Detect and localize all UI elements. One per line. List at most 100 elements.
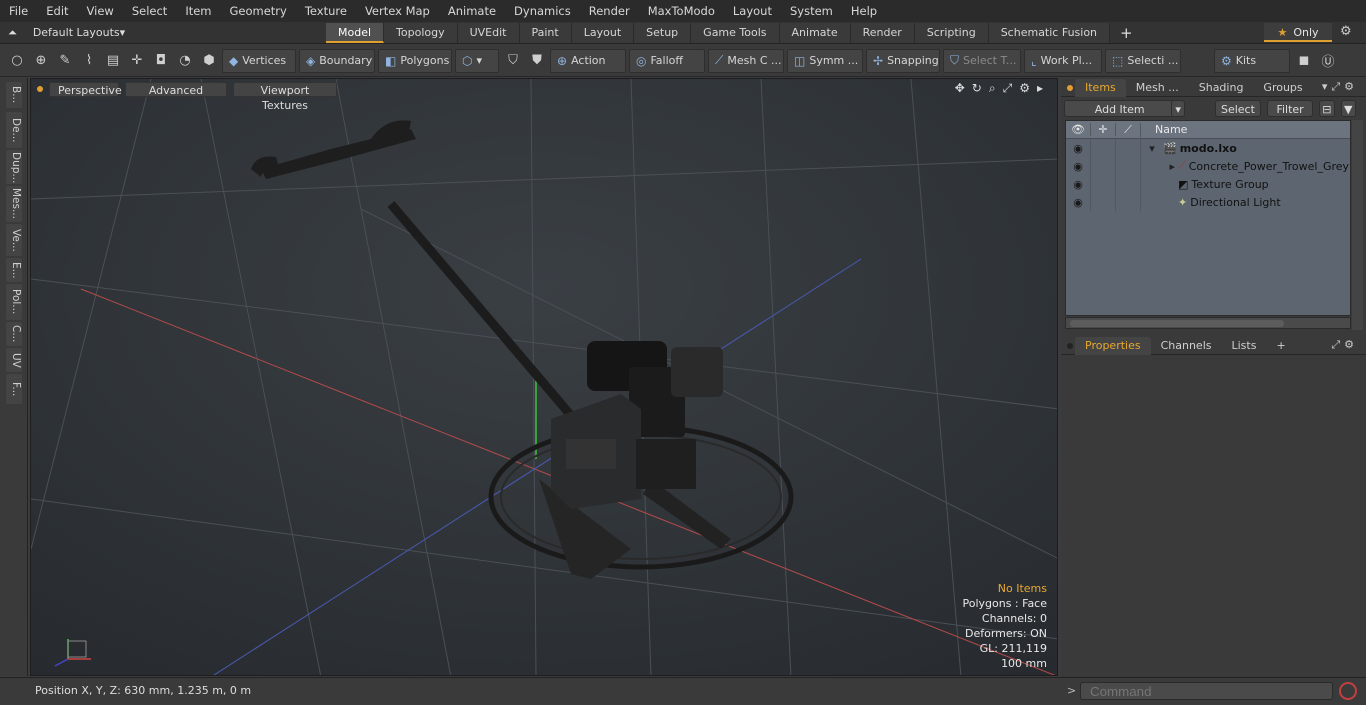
menu-view[interactable]: View bbox=[78, 0, 123, 22]
left-tab-vertex[interactable]: Ve... bbox=[6, 224, 22, 256]
viewport-textures-dropdown[interactable]: Viewport Textures bbox=[233, 81, 337, 112]
menu-render[interactable]: Render bbox=[580, 0, 639, 22]
left-tab-uv[interactable]: UV bbox=[6, 348, 22, 372]
tab-items[interactable]: Items bbox=[1075, 78, 1126, 97]
item-row-light[interactable]: ◉ ✦ Directional Light bbox=[1066, 193, 1350, 211]
tab-uvedit[interactable]: UVEdit bbox=[457, 22, 520, 43]
fit-view-icon[interactable]: ⤢ bbox=[1003, 81, 1013, 96]
menu-item[interactable]: Item bbox=[176, 0, 220, 22]
rotate-view-icon[interactable]: ↻ bbox=[972, 81, 982, 96]
gear-icon[interactable]: ⚙ bbox=[1340, 24, 1352, 39]
symmetry-shield-icon[interactable]: ⛉ bbox=[502, 50, 524, 72]
polygons-button[interactable]: ◧ Polygons bbox=[378, 48, 452, 73]
menu-maxtomodo[interactable]: MaxToModo bbox=[639, 0, 724, 22]
eye-icon[interactable]: ◉ bbox=[1066, 139, 1091, 157]
tab-game-tools[interactable]: Game Tools bbox=[691, 22, 780, 43]
tab-topology[interactable]: Topology bbox=[384, 22, 458, 43]
items-mode-icon[interactable]: ⬢ bbox=[198, 50, 220, 72]
eye-icon[interactable]: ◉ bbox=[1066, 175, 1091, 193]
move-view-icon[interactable]: ✥ bbox=[955, 81, 965, 96]
unreal-icon[interactable]: Ⓤ bbox=[1317, 50, 1339, 72]
menu-layout[interactable]: Layout bbox=[724, 0, 781, 22]
left-tab-edge[interactable]: E... bbox=[6, 258, 22, 282]
globe-icon[interactable]: ⊕ bbox=[30, 50, 52, 72]
material-mode-button[interactable]: ⬡ ▾ bbox=[455, 48, 499, 73]
brush-icon[interactable]: ⌇ bbox=[78, 50, 100, 72]
left-tab-deform[interactable]: De... bbox=[6, 112, 22, 148]
item-list-hscroll[interactable] bbox=[1065, 317, 1351, 329]
menu-file[interactable]: File bbox=[0, 0, 37, 22]
pen-icon[interactable]: ✎ bbox=[54, 50, 76, 72]
menu-system[interactable]: System bbox=[781, 0, 842, 22]
filter-button[interactable]: Filter bbox=[1267, 100, 1314, 117]
panel-controls-icon[interactable]: ⤢⚙ bbox=[1331, 338, 1358, 352]
mesh-constraint-button[interactable]: ⟋ Mesh C ... bbox=[708, 48, 784, 73]
snapping-button[interactable]: ✢ Snapping bbox=[866, 48, 940, 73]
vertices-button[interactable]: ◆ Vertices bbox=[222, 48, 296, 73]
menu-edit[interactable]: Edit bbox=[37, 0, 77, 22]
left-tab-duplicate[interactable]: Dup... bbox=[6, 150, 22, 184]
left-tab-mesh-edit[interactable]: Mes... bbox=[6, 186, 22, 222]
expand-arrow-icon[interactable]: ▾ bbox=[1141, 142, 1163, 155]
menu-help[interactable]: Help bbox=[842, 0, 886, 22]
transform-icon[interactable]: ✛ bbox=[126, 50, 148, 72]
work-plane-button[interactable]: ⌞ Work Pl... bbox=[1024, 48, 1102, 73]
boundary-button[interactable]: ◈ Boundary bbox=[299, 48, 375, 73]
tab-channels[interactable]: Channels bbox=[1151, 337, 1222, 355]
tab-layout[interactable]: Layout bbox=[571, 22, 635, 43]
tab-render[interactable]: Render bbox=[850, 22, 915, 43]
eye-icon[interactable]: ◉ bbox=[1066, 193, 1091, 211]
item-row-texture-group[interactable]: ◉ ◩ Texture Group bbox=[1066, 175, 1350, 193]
zoom-icon[interactable]: ⌕ bbox=[989, 81, 996, 96]
tab-shading[interactable]: Shading bbox=[1189, 79, 1254, 97]
perspective-dropdown[interactable]: Perspective bbox=[49, 81, 122, 97]
action-center-button[interactable]: ⊕ Action bbox=[550, 48, 626, 73]
symmetry-button[interactable]: ◫ Symm ... bbox=[787, 48, 863, 73]
funnel-icon[interactable]: ▼ bbox=[1340, 100, 1356, 117]
add-tab-icon[interactable]: + bbox=[1110, 24, 1143, 42]
only-toggle[interactable]: ★ Only bbox=[1264, 23, 1332, 42]
item-row-mesh[interactable]: ◉ ▸ ⟋ Concrete_Power_Trowel_Grey bbox=[1066, 157, 1350, 175]
menu-dynamics[interactable]: Dynamics bbox=[505, 0, 580, 22]
tab-animate[interactable]: Animate bbox=[779, 22, 851, 43]
pivot-shield-icon[interactable]: ⛊ bbox=[526, 50, 548, 72]
falloff-button[interactable]: ◎ Falloff bbox=[629, 48, 705, 73]
shading-dropdown[interactable]: Advanced bbox=[125, 81, 227, 97]
menu-animate[interactable]: Animate bbox=[439, 0, 505, 22]
item-row-scene[interactable]: ◉ ▾ 🎬 modo.lxo bbox=[1066, 139, 1350, 157]
menu-vertex-map[interactable]: Vertex Map bbox=[356, 0, 439, 22]
tab-model[interactable]: Model bbox=[326, 22, 385, 43]
tab-schematic-fusion[interactable]: Schematic Fusion bbox=[988, 22, 1111, 43]
circle-select-icon[interactable]: ○ bbox=[6, 50, 28, 72]
scroll-thumb[interactable] bbox=[1070, 320, 1284, 327]
menu-texture[interactable]: Texture bbox=[296, 0, 356, 22]
tab-setup[interactable]: Setup bbox=[634, 22, 692, 43]
add-panel-tab-icon[interactable]: + bbox=[1266, 337, 1295, 355]
menu-select[interactable]: Select bbox=[123, 0, 176, 22]
layouts-dropdown[interactable]: ⏶ Default Layouts ▾ bbox=[0, 26, 326, 40]
viewport-gear-icon[interactable]: ⚙ bbox=[1019, 81, 1030, 96]
kits-button[interactable]: ⚙ Kits bbox=[1214, 48, 1290, 73]
add-item-button[interactable]: Add Item bbox=[1064, 100, 1176, 117]
collapse-arrow-icon[interactable]: ▸ bbox=[1141, 160, 1175, 173]
unity-icon[interactable]: ◼ bbox=[1293, 50, 1315, 72]
select-through-button[interactable]: ⛉ Select T... bbox=[943, 48, 1021, 73]
command-input[interactable] bbox=[1080, 682, 1333, 700]
tab-lists[interactable]: Lists bbox=[1222, 337, 1267, 355]
item-list-vscroll[interactable] bbox=[1352, 120, 1363, 330]
viewport-menu-icon[interactable]: ▸ bbox=[1037, 81, 1043, 96]
selection-sets-button[interactable]: ⬚ Selecti ... bbox=[1105, 48, 1181, 73]
record-macro-icon[interactable] bbox=[1339, 682, 1357, 700]
tab-paint[interactable]: Paint bbox=[519, 22, 572, 43]
left-tab-basic[interactable]: B... bbox=[6, 82, 22, 108]
chevron-down-icon[interactable]: ▾ bbox=[1171, 100, 1185, 117]
tab-properties[interactable]: Properties bbox=[1075, 336, 1151, 355]
menu-geometry[interactable]: Geometry bbox=[221, 0, 296, 22]
select-button[interactable]: Select bbox=[1214, 100, 1261, 117]
left-tab-fusion[interactable]: F... bbox=[6, 374, 22, 404]
left-tab-polygon[interactable]: Pol... bbox=[6, 284, 22, 320]
panel-controls-icon[interactable]: ▾⤢⚙ bbox=[1322, 80, 1358, 94]
3d-viewport[interactable]: Perspective Advanced Viewport Textures ✥… bbox=[30, 78, 1058, 676]
left-tab-curve[interactable]: C... bbox=[6, 322, 22, 346]
tab-scripting[interactable]: Scripting bbox=[914, 22, 989, 43]
